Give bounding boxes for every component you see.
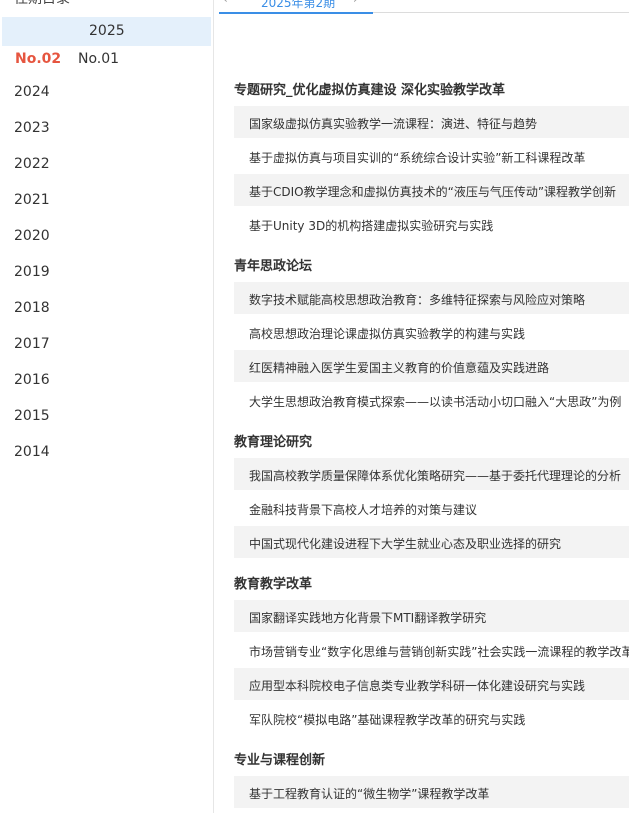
article-title: 金融科技背景下高校人才培养的对策与建议 xyxy=(249,503,478,517)
year-2015[interactable]: 2015 xyxy=(14,408,50,424)
section-title: 专业与课程创新 xyxy=(234,753,326,768)
year-2018[interactable]: 2018 xyxy=(14,300,50,316)
article-link[interactable]: 红医精神融入医学生爱国主义教育的价值意蕴及实践进路 xyxy=(234,350,629,382)
section-title: 专题研究_优化虚拟仿真建设 深化实验教学改革 xyxy=(234,83,506,98)
article-title: 基于虚拟仿真与项目实训的“系统综合设计实验”新工科课程改革 xyxy=(249,151,586,165)
year-2017[interactable]: 2017 xyxy=(14,336,50,352)
article-link[interactable]: 基于工程教育认证的“微生物学”课程教学改革 xyxy=(234,776,629,808)
section-title: 教育教学改革 xyxy=(234,577,313,592)
issue-no02[interactable]: No.02 xyxy=(15,51,61,67)
article-title: 中国式现代化建设进程下大学生就业心态及职业选择的研究 xyxy=(249,537,562,551)
article-link[interactable]: 应用型本科院校电子信息类专业教学科研一体化建设研究与实践 xyxy=(234,668,629,700)
year-2019[interactable]: 2019 xyxy=(14,264,50,280)
chevron-right-icon[interactable]: › xyxy=(353,0,358,6)
article-link[interactable]: 基于虚拟仿真与项目实训的“系统综合设计实验”新工科课程改革 xyxy=(234,140,629,172)
year-2024[interactable]: 2024 xyxy=(14,84,50,100)
article-link[interactable]: 军队院校“模拟电路”基础课程教学改革的研究与实践 xyxy=(234,702,629,734)
article-link[interactable]: 基于CDIO教学理念和虚拟仿真技术的“液压与气压传动”课程教学创新 xyxy=(234,174,629,206)
article-link[interactable]: 大学生思想政治教育模式探索——以读书活动小切口融入“大思政”为例 xyxy=(234,384,629,416)
article-title: 大学生思想政治教育模式探索——以读书活动小切口融入“大思政”为例 xyxy=(249,395,622,409)
sidebar-header: 往期目录 xyxy=(14,0,70,8)
article-title: 数字技术赋能高校思想政治教育：多维特征探索与风险应对策略 xyxy=(249,293,586,307)
article-title: 国家级虚拟仿真实验教学一流课程：演进、特征与趋势 xyxy=(249,117,538,131)
sidebar: 往期目录 2025 No.02 No.01 2024 2023 2022 202… xyxy=(0,0,214,813)
article-link[interactable]: 市场营销专业“数字化思维与营销创新实践”社会实践一流课程的教学改革 xyxy=(234,634,629,666)
section-title: 教育理论研究 xyxy=(234,435,313,450)
issue-list: No.02 No.01 xyxy=(2,47,211,72)
article-link[interactable]: 基于Unity 3D的机构搭建虚拟实验研究与实践 xyxy=(234,208,629,240)
article-link[interactable]: 国家级虚拟仿真实验教学一流课程：演进、特征与趋势 xyxy=(234,106,629,138)
year-2014[interactable]: 2014 xyxy=(14,444,50,460)
article-link[interactable]: 金融科技背景下高校人才培养的对策与建议 xyxy=(234,492,629,524)
year-2021[interactable]: 2021 xyxy=(14,192,50,208)
chevron-left-icon[interactable]: ‹ xyxy=(223,0,228,6)
tab-label: 2025年第2期 xyxy=(261,0,336,10)
article-title: 应用型本科院校电子信息类专业教学科研一体化建设研究与实践 xyxy=(249,679,586,693)
article-link[interactable]: 中国式现代化建设进程下大学生就业心态及职业选择的研究 xyxy=(234,526,629,558)
year-2020[interactable]: 2020 xyxy=(14,228,50,244)
article-title: 红医精神融入医学生爱国主义教育的价值意蕴及实践进路 xyxy=(249,361,550,375)
article-title: 我国高校教学质量保障体系优化策略研究——基于委托代理理论的分析 xyxy=(249,469,622,483)
article-title: 基于Unity 3D的机构搭建虚拟实验研究与实践 xyxy=(249,219,494,233)
year-2023[interactable]: 2023 xyxy=(14,120,50,136)
year-2022[interactable]: 2022 xyxy=(14,156,50,172)
tab-current-issue[interactable]: ‹ 2025年第2期 › xyxy=(219,0,373,14)
article-title: 高校思想政治理论课虚拟仿真实验教学的构建与实践 xyxy=(249,327,526,341)
article-title: 基于CDIO教学理念和虚拟仿真技术的“液压与气压传动”课程教学创新 xyxy=(249,185,617,199)
issue-contents: ‹ 2025年第2期 › 专题研究_优化虚拟仿真建设 深化实验教学改革 国家级虚… xyxy=(219,0,629,813)
article-link[interactable]: 高校思想政治理论课虚拟仿真实验教学的构建与实践 xyxy=(234,316,629,348)
tab-bar: ‹ 2025年第2期 › xyxy=(219,0,629,14)
year-2016[interactable]: 2016 xyxy=(14,372,50,388)
year-2025[interactable]: 2025 xyxy=(2,17,211,46)
year-label: 2025 xyxy=(89,23,125,39)
article-title: 基于工程教育认证的“微生物学”课程教学改革 xyxy=(249,787,490,801)
issue-no01[interactable]: No.01 xyxy=(78,51,119,67)
section-title: 青年思政论坛 xyxy=(234,259,313,274)
article-title: 市场营销专业“数字化思维与营销创新实践”社会实践一流课程的教学改革 xyxy=(249,645,629,659)
article-title: 国家翻译实践地方化背景下MTI翻译教学研究 xyxy=(249,611,487,625)
article-link[interactable]: 我国高校教学质量保障体系优化策略研究——基于委托代理理论的分析 xyxy=(234,458,629,490)
article-title: 军队院校“模拟电路”基础课程教学改革的研究与实践 xyxy=(249,713,526,727)
article-link[interactable]: 数字技术赋能高校思想政治教育：多维特征探索与风险应对策略 xyxy=(234,282,629,314)
article-link[interactable]: 国家翻译实践地方化背景下MTI翻译教学研究 xyxy=(234,600,629,632)
